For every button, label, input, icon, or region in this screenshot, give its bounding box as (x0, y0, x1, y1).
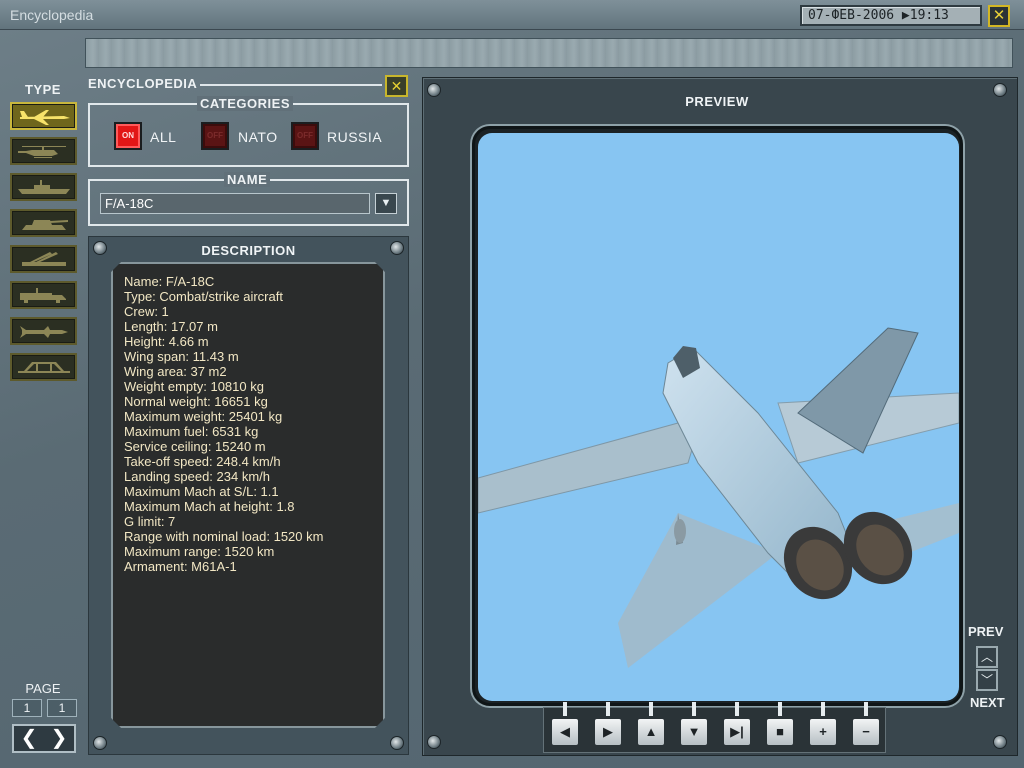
aircraft-icon (20, 110, 70, 125)
bridge-icon (18, 362, 70, 373)
description-line: Name: F/A-18C (124, 274, 215, 289)
type-missile-button[interactable] (10, 317, 77, 345)
control-tick (606, 702, 610, 716)
chevron-down-icon: ▼ (380, 197, 392, 209)
rotate-right-button[interactable]: ▶ (594, 718, 622, 746)
map-strip (85, 38, 1013, 68)
encyclopedia-divider (200, 84, 382, 86)
preview-title: PREVIEW (685, 94, 749, 109)
control-tick (649, 702, 653, 716)
type-sam-button[interactable] (10, 245, 77, 273)
stop-button[interactable]: ■ (766, 718, 794, 746)
description-line: Maximum range: 1520 km (124, 544, 275, 559)
page-total: 1 (47, 699, 77, 717)
type-aircraft-button[interactable] (10, 102, 77, 130)
preview-prev-button[interactable]: ︿ (976, 646, 998, 668)
category-russia-label: RUSSIA (327, 129, 383, 145)
page-current: 1 (12, 699, 42, 717)
description-text: Name: F/A-18C Type: Combat/strike aircra… (111, 262, 385, 728)
control-tick (778, 702, 782, 716)
description-title: DESCRIPTION (201, 243, 296, 258)
description-line: Take-off speed: 248.4 km/h (124, 454, 281, 469)
category-all-label: ALL (150, 129, 177, 145)
control-tick (563, 702, 567, 716)
description-line: Normal weight: 16651 kg (124, 394, 268, 409)
page-next-button[interactable]: ❯ (44, 726, 74, 751)
page-label: PAGE (25, 681, 61, 696)
description-line: Maximum Mach at height: 1.8 (124, 499, 295, 514)
description-line: Maximum Mach at S/L: 1.1 (124, 484, 279, 499)
sam-launcher-icon (22, 252, 66, 266)
window-title: Encyclopedia (10, 7, 94, 23)
screw-icon (993, 735, 1007, 749)
description-line: Landing speed: 234 km/h (124, 469, 270, 484)
ship-icon (18, 180, 70, 194)
description-line: Armament: M61A-1 (124, 559, 237, 574)
type-helicopter-button[interactable] (10, 137, 77, 165)
description-line: G limit: 7 (124, 514, 176, 529)
tank-icon (22, 220, 68, 230)
preview-prev-label: PREV (968, 624, 1004, 639)
category-russia-toggle[interactable]: OFF (291, 122, 319, 150)
description-line: Length: 17.07 m (124, 319, 218, 334)
description-line: Service ceiling: 15240 m (124, 439, 266, 454)
type-truck-button[interactable] (10, 281, 77, 309)
control-tick (692, 702, 696, 716)
control-tick (821, 702, 825, 716)
encyclopedia-close-button[interactable]: ✕ (385, 75, 408, 97)
title-bar: Encyclopedia 07-ФЕВ-2006 ▶19:13 ✕ (0, 0, 1024, 30)
name-dropdown-button[interactable]: ▼ (375, 193, 397, 214)
screw-icon (427, 735, 441, 749)
category-nato-toggle[interactable]: OFF (201, 122, 229, 150)
description-line: Crew: 1 (124, 304, 169, 319)
name-select[interactable]: F/A-18C (100, 193, 370, 214)
description-line: Maximum fuel: 6531 kg (124, 424, 259, 439)
preview-next-label: NEXT (970, 695, 1005, 710)
rotate-left-button[interactable]: ◀ (551, 718, 579, 746)
truck-icon (20, 288, 66, 303)
missile-icon (20, 326, 68, 338)
control-tick (864, 702, 868, 716)
category-nato-label: NATO (238, 129, 278, 145)
preview-viewport[interactable] (478, 133, 959, 701)
description-line: Wing area: 37 m2 (124, 364, 227, 379)
window-close-button[interactable]: ✕ (988, 5, 1010, 27)
name-title: NAME (224, 172, 271, 187)
preview-next-button[interactable]: ﹀ (976, 669, 998, 691)
description-line: Wing span: 11.43 m (124, 349, 239, 364)
zoom-out-button[interactable]: − (852, 718, 880, 746)
type-ship-button[interactable] (10, 173, 77, 201)
description-line: Height: 4.66 m (124, 334, 209, 349)
screw-icon (93, 736, 107, 750)
date-time-display: 07-ФЕВ-2006 ▶19:13 (800, 5, 982, 26)
type-tank-button[interactable] (10, 209, 77, 237)
description-line: Type: Combat/strike aircraft (124, 289, 283, 304)
helicopter-icon (18, 146, 66, 158)
page-prev-button[interactable]: ❮ (14, 726, 44, 751)
chevron-up-icon: ︿ (980, 650, 993, 664)
categories-title: CATEGORIES (197, 96, 293, 111)
control-tick (735, 702, 739, 716)
screw-icon (390, 736, 404, 750)
chevron-down-icon: ﹀ (980, 673, 993, 687)
aircraft-model-image (478, 327, 959, 668)
play-button[interactable]: ▶| (723, 718, 751, 746)
description-line: Weight empty: 10810 kg (124, 379, 264, 394)
description-line: Maximum weight: 25401 kg (124, 409, 283, 424)
page-pager: ❮ ❯ (12, 724, 76, 753)
rotate-down-button[interactable]: ▼ (680, 718, 708, 746)
zoom-in-button[interactable]: + (809, 718, 837, 746)
encyclopedia-label: ENCYCLOPEDIA (88, 76, 198, 91)
type-heading: TYPE (25, 82, 61, 97)
description-line: Range with nominal load: 1520 km (124, 529, 324, 544)
category-all-toggle[interactable]: ON (114, 122, 142, 150)
rotate-up-button[interactable]: ▲ (637, 718, 665, 746)
type-bridge-button[interactable] (10, 353, 77, 381)
